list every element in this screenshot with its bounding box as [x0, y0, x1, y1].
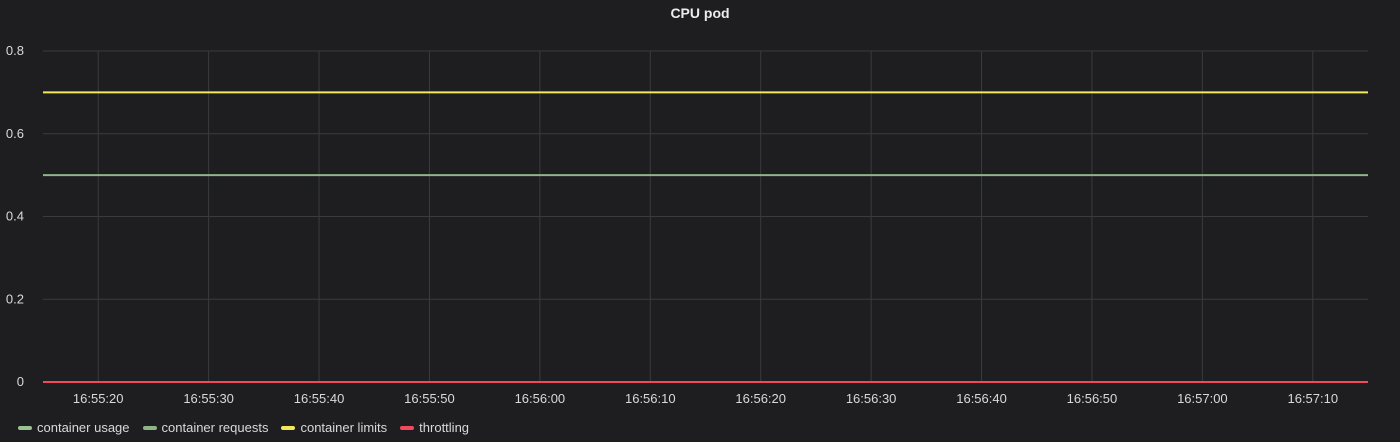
chart-panel: 0 0.2 0.4 0.6 0.8 16:55:20 16:55:30 16:55:40 16:… — [0, 0, 1400, 442]
legend-label: container limits — [300, 420, 388, 435]
legend-label: throttling — [419, 420, 470, 435]
legend-swatch-icon — [400, 425, 415, 430]
panel-title[interactable]: CPU pod — [0, 4, 1400, 22]
x-tick-label: 16:55:20 — [73, 391, 124, 406]
x-tick-label: 16:56:50 — [1067, 391, 1118, 406]
x-tick-label: 16:57:10 — [1287, 391, 1338, 406]
y-tick-label: 0.8 — [6, 43, 24, 58]
x-tick-label: 16:56:30 — [846, 391, 897, 406]
chart-legend: container usage container requests conta… — [18, 420, 482, 435]
x-tick-label: 16:55:40 — [294, 391, 345, 406]
legend-swatch-icon — [142, 425, 157, 430]
legend-swatch-icon — [18, 425, 32, 430]
x-tick-label: 16:56:40 — [956, 391, 1007, 406]
legend-item-container-usage[interactable]: container usage — [18, 420, 130, 435]
x-tick-label: 16:56:10 — [625, 391, 676, 406]
x-tick-label: 16:55:50 — [404, 391, 455, 406]
legend-item-container-limits[interactable]: container limits — [281, 420, 387, 435]
legend-label: container usage — [37, 420, 130, 435]
x-tick-label: 16:55:30 — [183, 391, 234, 406]
legend-item-throttling[interactable]: throttling — [400, 420, 469, 435]
x-tick-label: 16:56:00 — [515, 391, 566, 406]
x-tick-label: 16:56:20 — [735, 391, 786, 406]
y-tick-label: 0.2 — [6, 291, 24, 306]
y-tick-label: 0.6 — [6, 126, 24, 141]
legend-swatch-icon — [281, 425, 296, 430]
cpu-pod-chart[interactable]: 0 0.2 0.4 0.6 0.8 16:55:20 16:55:30 16:55:40 16:… — [0, 0, 1400, 442]
y-tick-label: 0.4 — [6, 209, 24, 224]
legend-label: container requests — [161, 420, 269, 435]
y-tick-label: 0 — [17, 374, 24, 389]
legend-item-container-requests[interactable]: container requests — [142, 420, 269, 435]
x-tick-label: 16:57:00 — [1177, 391, 1228, 406]
